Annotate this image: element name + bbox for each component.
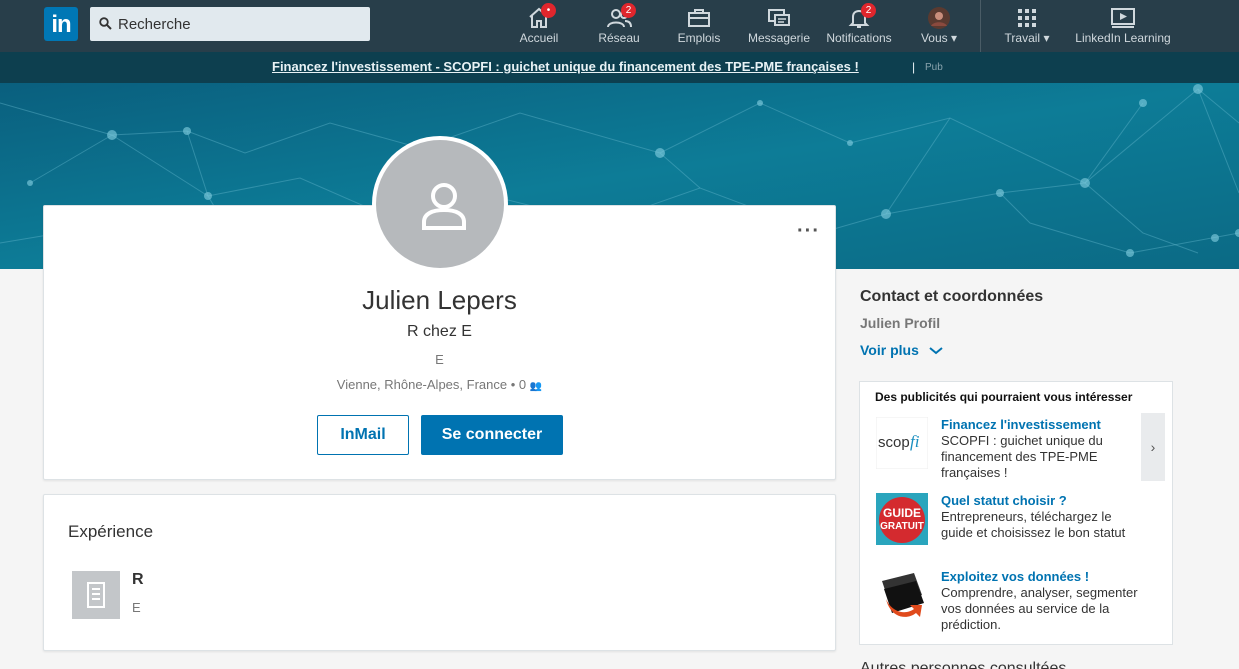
ad-title[interactable]: Exploitez vos données !: [941, 569, 1141, 584]
ad-strip-link[interactable]: Financez l'investissement - SCOPFI : gui…: [272, 59, 859, 74]
grid-icon: [1014, 6, 1040, 30]
ad-strip-pub-label: Pub: [925, 62, 943, 73]
see-more-label: Voir plus: [860, 342, 919, 358]
ad-title[interactable]: Quel statut choisir ?: [941, 493, 1141, 508]
search-input[interactable]: [118, 7, 363, 41]
network-icon: 2: [606, 3, 636, 30]
svg-text:scop: scop: [878, 434, 910, 451]
nav-network[interactable]: 2 Réseau: [594, 0, 644, 52]
experience-company: E: [132, 600, 141, 615]
ad-item[interactable]: GUIDE GRATUIT Quel statut choisir ? Entr…: [876, 493, 1136, 553]
nav-me[interactable]: Vous ▾: [914, 0, 964, 52]
connections-icon: 👥: [529, 381, 543, 392]
guide-line2: GRATUIT: [880, 521, 924, 532]
inmail-button[interactable]: InMail: [317, 415, 409, 455]
search-icon: [99, 17, 112, 30]
ads-card-title: Des publicités qui pourraient vous intér…: [875, 390, 1133, 404]
ad-strip: Financez l'investissement - SCOPFI : gui…: [0, 52, 1239, 83]
data-arrow-icon: [876, 569, 928, 621]
dropdown-caret-icon: ▾: [951, 31, 958, 45]
scopfi-logo: scop fi: [875, 416, 929, 470]
search-box[interactable]: [90, 7, 370, 41]
notification-badge: 2: [861, 3, 876, 18]
experience-card: [43, 494, 836, 651]
svg-text:fi: fi: [910, 432, 920, 451]
messaging-icon: [766, 6, 792, 30]
ad-strip-separator: |: [912, 60, 916, 74]
ad-description: Entrepreneurs, téléchargez le guide et c…: [941, 509, 1126, 540]
nav-home[interactable]: • Accueil: [514, 0, 564, 52]
nav-label: Emplois: [677, 31, 721, 45]
nav-messaging[interactable]: Messagerie: [746, 0, 812, 52]
connections-count[interactable]: • 0: [511, 377, 526, 392]
people-also-viewed-title: Autres personnes consultées: [860, 660, 1067, 669]
ad-item[interactable]: Exploitez vos données ! Comprendre, anal…: [876, 569, 1138, 639]
nav-label: Vous ▾: [920, 31, 958, 45]
ad-title[interactable]: Financez l'investissement: [941, 417, 1141, 432]
nav-label: Notifications: [826, 31, 892, 45]
linkedin-logo[interactable]: in: [44, 7, 78, 41]
nav-label: LinkedIn Learning: [1075, 31, 1171, 45]
bell-icon: 2: [846, 3, 876, 30]
notification-badge: •: [541, 3, 556, 18]
nav-jobs[interactable]: Emplois: [674, 0, 724, 52]
nav-label: Réseau: [598, 31, 640, 45]
profile-photo-placeholder: [376, 140, 504, 268]
nav-label: Accueil: [519, 31, 559, 45]
profile-headline: R chez E: [407, 323, 472, 340]
ad-item[interactable]: scop fi Financez l'investissement SCOPFI …: [875, 416, 1136, 487]
experience-role[interactable]: R: [132, 571, 144, 589]
home-icon: •: [526, 3, 556, 30]
nav-label: Messagerie: [747, 31, 811, 45]
dropdown-caret-icon: ▾: [1043, 31, 1050, 45]
notification-badge: 2: [621, 3, 636, 18]
more-options-button[interactable]: ···: [797, 221, 820, 241]
profile-photo[interactable]: [372, 136, 508, 272]
contact-profile-name: Julien Profil: [860, 315, 941, 331]
chevron-down-icon: [929, 347, 943, 355]
ad-description: Comprendre, analyser, segmenter vos donn…: [941, 585, 1138, 632]
see-more-link[interactable]: Voir plus: [860, 342, 943, 358]
guide-line1: GUIDE: [883, 506, 921, 520]
nav-work[interactable]: Travail ▾: [1001, 0, 1053, 52]
nav-label: Travail ▾: [1004, 31, 1050, 45]
location-text: Vienne, Rhône-Alpes, France: [336, 377, 508, 392]
learning-icon: [1110, 6, 1136, 30]
avatar-icon: [926, 6, 952, 30]
profile-location: Vienne, Rhône-Alpes, France • 0 👥: [43, 377, 836, 392]
nav-divider: [980, 0, 981, 52]
guide-gratuit-logo: GUIDE GRATUIT: [876, 493, 928, 545]
nav-notifications[interactable]: 2 Notifications: [822, 0, 896, 52]
top-navigation: in • Accueil 2 Réseau Emplois Messagerie: [0, 0, 1239, 52]
connect-button[interactable]: Se connecter: [421, 415, 563, 455]
ad-next-button[interactable]: ›: [1141, 413, 1165, 481]
company-logo[interactable]: [72, 571, 120, 619]
person-icon: [422, 183, 466, 230]
experience-title: Expérience: [68, 522, 154, 541]
ad-description: SCOPFI : guichet unique du financement d…: [941, 433, 1103, 480]
briefcase-icon: [686, 6, 712, 30]
contact-title: Contact et coordonnées: [860, 288, 1044, 305]
profile-company: E: [435, 352, 444, 367]
nav-learning[interactable]: LinkedIn Learning: [1073, 0, 1173, 52]
profile-name: Julien Lepers: [362, 285, 517, 315]
building-icon: [87, 582, 105, 608]
